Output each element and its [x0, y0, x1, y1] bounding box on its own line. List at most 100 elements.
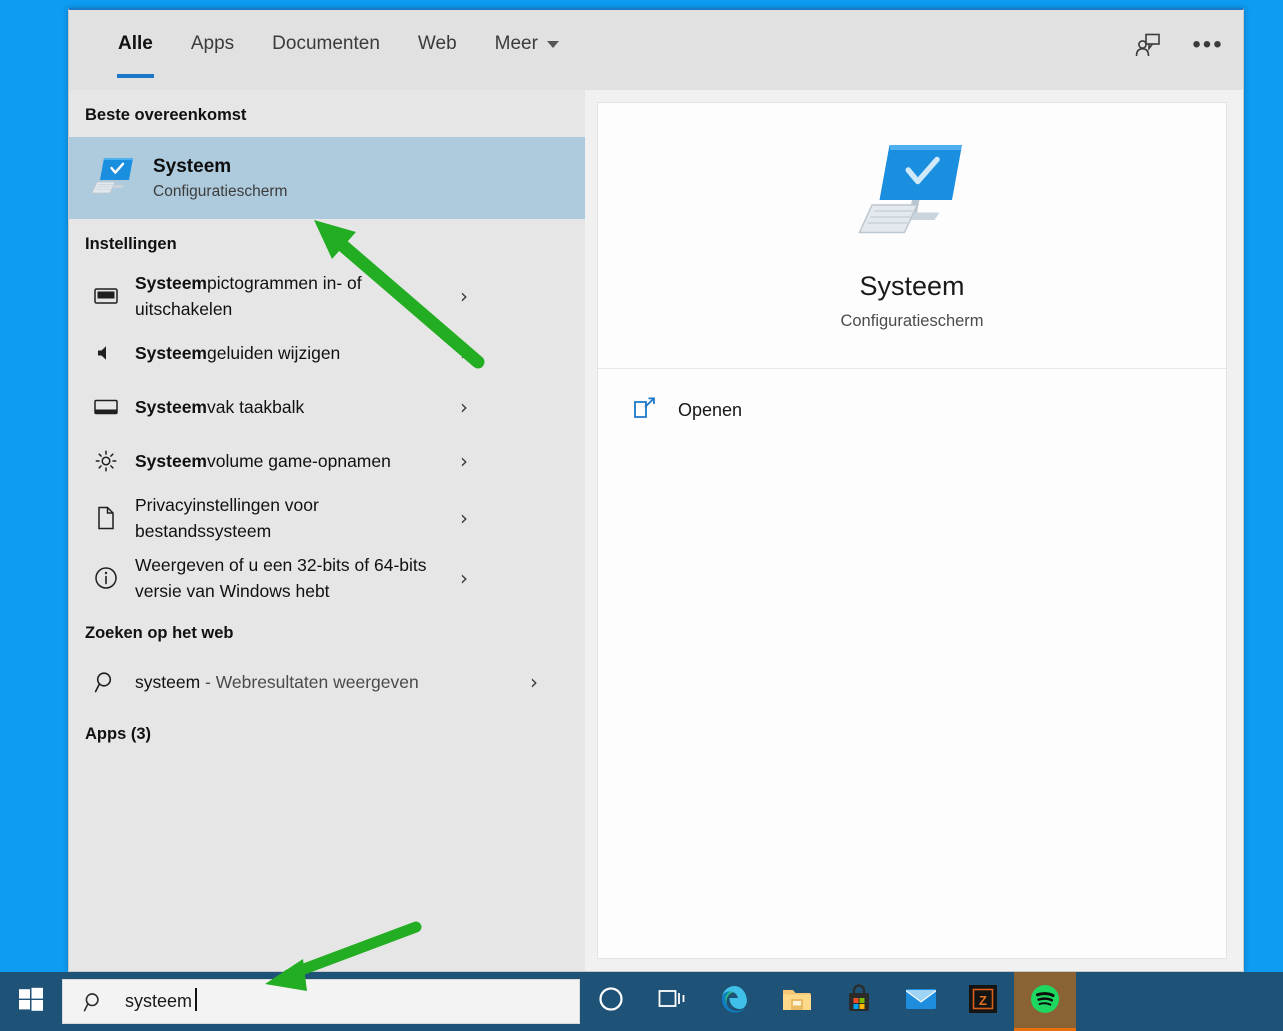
settings-item-label: Privacyinstellingen voor bestandssysteem — [121, 492, 451, 544]
best-match-subtitle: Configuratiescherm — [153, 183, 288, 200]
system-monitor-icon — [91, 156, 135, 201]
taskbar-item-zotero[interactable]: Z — [952, 972, 1014, 1031]
tab-web-label: Web — [417, 33, 457, 54]
chevron-right-icon[interactable]: › — [521, 670, 547, 694]
settings-item-label: Systeemvolume game-opnamen — [121, 448, 451, 474]
search-input[interactable]: systeem — [125, 988, 198, 1012]
zotero-icon: Z — [968, 984, 998, 1019]
match-text: Systeem — [135, 343, 207, 363]
chevron-right-icon[interactable]: › — [451, 284, 477, 308]
settings-item-systeemgeluiden[interactable]: Systeemgeluiden wijzigen › — [69, 326, 585, 380]
settings-item-systeemvak-taakbalk[interactable]: Systeemvak taakbalk › — [69, 380, 585, 434]
mail-icon — [905, 987, 937, 1016]
settings-item-32-of-64-bits[interactable]: Weergeven of u een 32-bits of 64-bits ve… — [69, 548, 585, 608]
speaker-icon — [91, 343, 121, 363]
match-text: Systeem — [135, 451, 207, 471]
preview-title: Systeem — [859, 271, 965, 301]
rest-text: vak taakbalk — [207, 397, 305, 417]
header-actions: ••• — [1131, 28, 1225, 62]
taskbar-search-box[interactable]: systeem — [62, 979, 580, 1024]
settings-item-label: Systeempictogrammen in- of uitschakelen — [121, 270, 451, 322]
taskbar-item-edge[interactable] — [704, 972, 766, 1031]
more-options-icon[interactable]: ••• — [1191, 28, 1225, 62]
match-text: Systeem — [135, 273, 207, 293]
preview-actions: Openen — [598, 369, 1226, 426]
taskbar-item-mail[interactable] — [890, 972, 952, 1031]
best-match-text: Systeem Configuratiescherm — [153, 155, 287, 201]
tab-documenten[interactable]: Documenten — [253, 10, 399, 78]
taskbar-item-file-explorer[interactable] — [766, 972, 828, 1031]
gear-icon — [91, 449, 121, 473]
preview-pane: Systeem Configuratiescherm Openen — [585, 90, 1243, 971]
taskbar-item-spotify[interactable] — [1014, 972, 1076, 1031]
best-match-heading: Beste overeenkomst — [85, 106, 247, 124]
chevron-right-icon[interactable]: › — [451, 506, 477, 530]
tab-web[interactable]: Web — [399, 10, 476, 78]
svg-text:Z: Z — [979, 993, 987, 1008]
windows-logo-icon — [18, 986, 44, 1017]
tab-alle[interactable]: Alle — [99, 10, 172, 78]
web-search-heading: Zoeken op het web — [85, 624, 234, 642]
settings-item-label: Weergeven of u een 32-bits of 64-bits ve… — [121, 552, 451, 604]
preview-hero: Systeem Configuratiescherm — [598, 103, 1226, 369]
tab-apps[interactable]: Apps — [172, 10, 253, 78]
chevron-down-icon — [546, 40, 559, 48]
edge-icon — [719, 983, 751, 1020]
settings-item-label: Systeemvak taakbalk — [121, 394, 451, 420]
cortana-icon — [596, 984, 626, 1019]
search-icon — [91, 670, 121, 694]
open-external-icon — [632, 395, 658, 426]
tab-documenten-label: Documenten — [272, 33, 380, 54]
rest-text: Weergeven of u een 32-bits of 64-bits ve… — [135, 555, 427, 601]
feedback-icon[interactable] — [1131, 28, 1165, 62]
system-monitor-icon — [856, 140, 968, 245]
search-header: Alle Apps Documenten Web Meer ••• — [69, 10, 1243, 90]
document-icon — [91, 506, 121, 530]
chevron-right-icon[interactable]: › — [451, 395, 477, 419]
taskbar-item-cortana[interactable] — [580, 972, 642, 1031]
web-result-item[interactable]: systeem - Webresultaten weergeven › — [69, 655, 585, 709]
more-options-glyph: ••• — [1192, 31, 1224, 58]
taskbar: systeem Z — [0, 972, 1283, 1031]
chevron-right-icon[interactable]: › — [451, 449, 477, 473]
spotify-icon — [1029, 983, 1061, 1020]
taskbar-item-task-view[interactable] — [642, 972, 704, 1031]
settings-item-privacyinstellingen-bestandssysteem[interactable]: Privacyinstellingen voor bestandssysteem… — [69, 488, 585, 548]
settings-item-label: Systeemgeluiden wijzigen — [121, 340, 451, 366]
rest-text: Privacyinstellingen voor bestandssysteem — [135, 495, 319, 541]
web-result-label: systeem - Webresultaten weergeven — [121, 669, 521, 695]
taskbar-item-microsoft-store[interactable] — [828, 972, 890, 1031]
taskbar-icon — [91, 398, 121, 416]
settings-heading: Instellingen — [85, 235, 177, 253]
chevron-right-icon[interactable]: › — [451, 566, 477, 590]
open-action-button[interactable]: Openen — [632, 395, 1226, 426]
preview-subtitle: Configuratiescherm — [840, 312, 984, 330]
settings-item-systeemvolume-game-opnamen[interactable]: Systeemvolume game-opnamen › — [69, 434, 585, 488]
tab-meer[interactable]: Meer — [476, 10, 578, 78]
microsoft-store-icon — [844, 984, 874, 1019]
display-icon — [91, 287, 121, 305]
tab-apps-label: Apps — [190, 33, 235, 54]
best-match-item[interactable]: Systeem Configuratiescherm — [69, 137, 585, 219]
settings-item-systeempictogrammen[interactable]: Systeempictogrammen in- of uitschakelen … — [69, 266, 585, 326]
preview-card: Systeem Configuratiescherm Openen — [597, 102, 1227, 959]
web-suffix-text: - Webresultaten weergeven — [200, 672, 419, 692]
match-text: Systeem — [135, 397, 207, 417]
tab-alle-label: Alle — [118, 33, 153, 54]
results-list: Beste overeenkomst Systeem Configuraties… — [69, 90, 585, 971]
search-flyout-panel: Alle Apps Documenten Web Meer ••• Beste … — [68, 8, 1244, 972]
rest-text: geluiden wijzigen — [207, 343, 341, 363]
web-query-text: systeem — [135, 672, 201, 692]
open-action-label: Openen — [678, 400, 743, 420]
search-tabs: Alle Apps Documenten Web Meer — [69, 10, 578, 78]
start-button[interactable] — [0, 972, 62, 1031]
apps-heading: Apps (3) — [85, 725, 151, 743]
search-icon — [83, 991, 105, 1013]
rest-text: volume game-opnamen — [207, 451, 391, 471]
file-explorer-icon — [781, 985, 813, 1018]
tab-meer-label: Meer — [494, 33, 538, 54]
task-view-icon — [658, 986, 688, 1017]
search-body: Beste overeenkomst Systeem Configuraties… — [69, 90, 1243, 971]
best-match-title: Systeem — [153, 156, 232, 177]
chevron-right-icon[interactable]: › — [451, 341, 477, 365]
